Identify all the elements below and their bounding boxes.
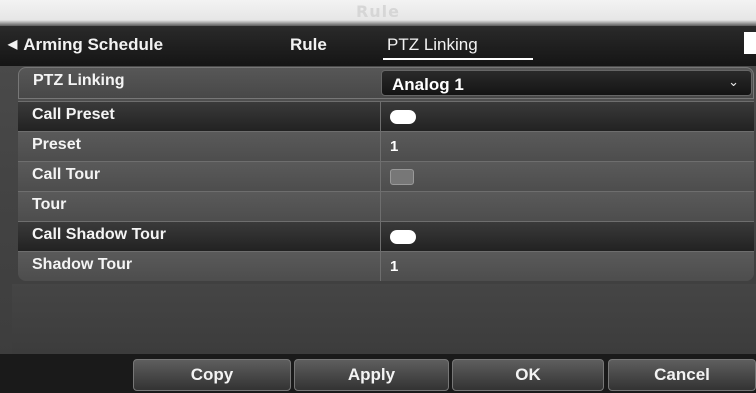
call-preset-label: Call Preset bbox=[32, 106, 115, 123]
row-call-shadow-tour[interactable]: Call Shadow Tour bbox=[18, 221, 754, 251]
row-call-preset[interactable]: Call Preset bbox=[18, 101, 754, 131]
tab-ptz-linking[interactable]: PTZ Linking bbox=[387, 35, 478, 55]
tab-rule[interactable]: Rule bbox=[290, 35, 327, 55]
column-divider bbox=[380, 192, 381, 221]
dvr-rule-window: Rule ◀ Arming Schedule Rule PTZ Linking P… bbox=[0, 0, 756, 393]
call-preset-toggle[interactable] bbox=[390, 110, 416, 124]
ptz-linking-label: PTZ Linking bbox=[33, 72, 125, 89]
ptz-linking-value: Analog 1 bbox=[392, 75, 464, 94]
apply-button[interactable]: Apply bbox=[294, 359, 449, 391]
column-divider bbox=[380, 132, 381, 161]
active-tab-underline bbox=[383, 58, 533, 60]
call-shadow-tour-toggle[interactable] bbox=[390, 230, 416, 244]
preset-label: Preset bbox=[32, 136, 81, 153]
preset-value[interactable]: 1 bbox=[390, 138, 398, 155]
call-tour-label: Call Tour bbox=[32, 166, 101, 183]
empty-content-area bbox=[12, 284, 756, 354]
tour-label: Tour bbox=[32, 196, 67, 213]
chevron-down-icon: ⌄ bbox=[728, 75, 739, 90]
ok-button[interactable]: OK bbox=[452, 359, 604, 391]
ptz-linking-select[interactable]: Analog 1 ⌄ bbox=[381, 70, 752, 96]
column-divider bbox=[380, 222, 381, 251]
tab-bar-edge bbox=[744, 32, 756, 54]
column-divider bbox=[380, 252, 381, 281]
back-arrow-icon: ◀ bbox=[8, 37, 18, 51]
cancel-button[interactable]: Cancel bbox=[608, 359, 756, 391]
call-shadow-tour-label: Call Shadow Tour bbox=[32, 226, 166, 243]
copy-button[interactable]: Copy bbox=[133, 359, 291, 391]
row-tour[interactable]: Tour bbox=[18, 191, 754, 221]
shadow-tour-label: Shadow Tour bbox=[32, 256, 133, 273]
shadow-tour-value[interactable]: 1 bbox=[390, 258, 398, 275]
call-tour-checkbox[interactable] bbox=[390, 169, 414, 185]
window-title: Rule bbox=[355, 2, 401, 21]
tab-arming-schedule[interactable]: ◀ Arming Schedule bbox=[8, 35, 163, 55]
column-divider bbox=[380, 162, 381, 191]
tab-arming-schedule-label: Arming Schedule bbox=[23, 35, 164, 54]
column-divider bbox=[380, 102, 381, 131]
tab-bar: ◀ Arming Schedule Rule PTZ Linking bbox=[0, 26, 756, 66]
row-shadow-tour[interactable]: Shadow Tour 1 bbox=[18, 251, 754, 281]
row-call-tour[interactable]: Call Tour bbox=[18, 161, 754, 191]
row-preset[interactable]: Preset 1 bbox=[18, 131, 754, 161]
